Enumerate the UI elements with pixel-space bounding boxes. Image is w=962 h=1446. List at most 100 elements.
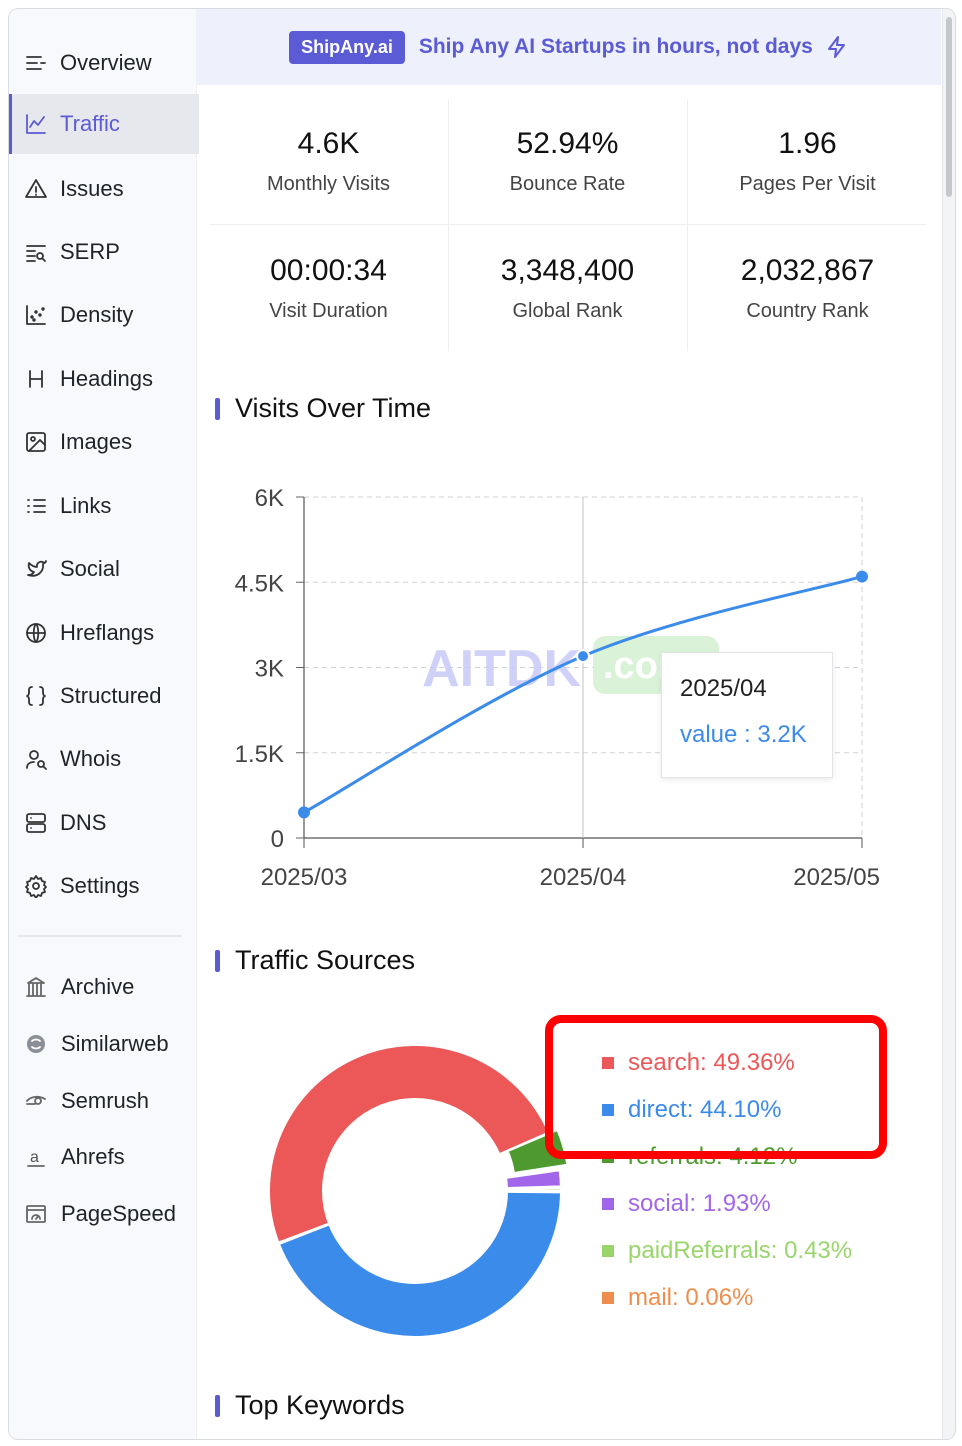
- sidebar-item-issues[interactable]: Issues: [9, 160, 196, 218]
- legend-label: social: 1.93%: [628, 1190, 771, 1217]
- sidebar-item-density[interactable]: Density: [9, 286, 196, 344]
- sidebar-item-dns[interactable]: DNS: [9, 794, 196, 852]
- y-tick-label: 3K: [255, 656, 284, 683]
- donut-slice-paidreferrals[interactable]: [505, 1186, 563, 1192]
- sidebar-item-serp[interactable]: SERP: [9, 223, 196, 281]
- stat-label: Global Rank: [512, 300, 623, 322]
- ahrefs-icon: a: [23, 1144, 49, 1170]
- scrollbar-thumb[interactable]: [946, 17, 952, 197]
- overview-icon: [23, 50, 49, 76]
- sidebar-item-label: Issues: [60, 176, 124, 201]
- archive-icon: [23, 974, 49, 1000]
- stat-value: 1.96: [778, 127, 837, 160]
- sidebar-item-label: Structured: [60, 683, 162, 708]
- stat-label: Visit Duration: [269, 300, 388, 322]
- stat-value: 4.6K: [297, 127, 360, 160]
- sidebar-item-label: Whois: [60, 746, 122, 771]
- sidebar-item-label: Overview: [60, 50, 152, 75]
- stats-grid: 4.6K Monthly Visits 52.94% Bounce Rate 1…: [209, 99, 927, 351]
- legend-swatch: [602, 1245, 614, 1257]
- sidebar-item-structured[interactable]: Structured: [9, 667, 196, 725]
- stat-label: Pages Per Visit: [739, 173, 876, 195]
- sources-section-title: Traffic Sources: [215, 945, 415, 976]
- sidebar: Overview Traffic Issues SERP Density Headings…: [9, 9, 199, 1439]
- data-point: [298, 806, 310, 819]
- app-window: Overview Traffic Issues SERP Density Headings…: [8, 8, 956, 1440]
- tooltip-value: value : 3.2K: [680, 721, 807, 748]
- stat-label: Country Rank: [746, 300, 869, 322]
- section-marker: [215, 1394, 220, 1417]
- data-point: [576, 649, 590, 664]
- x-tick-label: 2025/05: [793, 864, 880, 891]
- legend-label: paidReferrals: 0.43%: [628, 1237, 853, 1264]
- stat-country-rank: 2,032,867 Country Rank: [688, 226, 927, 352]
- sidebar-item-label: Headings: [60, 366, 153, 391]
- similarweb-icon: [23, 1031, 49, 1057]
- external-link-similarweb[interactable]: Similarweb: [9, 1020, 196, 1068]
- legend-label: mail: 0.06%: [628, 1284, 754, 1311]
- external-link-label: PageSpeed: [61, 1201, 176, 1226]
- section-title-text: Top Keywords: [235, 1390, 405, 1420]
- user-search-icon: [23, 746, 49, 772]
- lightning-icon: [825, 35, 849, 59]
- server-icon: [23, 810, 49, 836]
- external-link-archive[interactable]: Archive: [9, 963, 196, 1011]
- globe-icon: [23, 620, 49, 646]
- chart-tooltip: 2025/04 value : 3.2K: [661, 652, 833, 778]
- y-tick-label: 6K: [255, 485, 284, 512]
- sidebar-item-overview[interactable]: Overview: [9, 34, 196, 92]
- stat-value: 2,032,867: [740, 254, 875, 287]
- sidebar-item-hreflangs[interactable]: Hreflangs: [9, 604, 196, 662]
- external-link-pagespeed[interactable]: PageSpeed: [9, 1190, 196, 1238]
- external-link-label: Archive: [61, 974, 135, 999]
- promo-banner[interactable]: ShipAny.ai Ship Any AI Startups in hours…: [197, 9, 941, 85]
- twitter-icon: [23, 556, 49, 582]
- section-marker: [215, 949, 220, 972]
- semrush-icon: [23, 1088, 49, 1114]
- external-link-semrush[interactable]: Semrush: [9, 1077, 196, 1125]
- tooltip-title: 2025/04: [680, 675, 767, 702]
- visits-section-title: Visits Over Time: [215, 393, 431, 424]
- traffic-sources-donut[interactable]: [249, 1029, 569, 1349]
- external-link-label: Ahrefs: [61, 1144, 125, 1169]
- section-title-text: Traffic Sources: [235, 945, 416, 975]
- keywords-section-title: Top Keywords: [215, 1390, 405, 1421]
- stat-value: 00:00:34: [270, 254, 387, 287]
- density-icon: [23, 302, 49, 328]
- sidebar-item-social[interactable]: Social: [9, 540, 196, 598]
- y-tick-label: 1.5K: [235, 741, 284, 768]
- sidebar-item-links[interactable]: Links: [9, 477, 196, 535]
- stat-bounce-rate: 52.94% Bounce Rate: [448, 99, 687, 225]
- links-icon: [23, 493, 49, 519]
- external-link-ahrefs[interactable]: a Ahrefs: [9, 1133, 196, 1181]
- data-point: [856, 570, 868, 583]
- y-tick-label: 4.5K: [235, 570, 284, 597]
- sidebar-item-whois[interactable]: Whois: [9, 730, 196, 788]
- legend-item-social[interactable]: social: 1.93%: [602, 1190, 771, 1218]
- scrollbar[interactable]: [942, 9, 955, 1439]
- sidebar-item-images[interactable]: Images: [9, 413, 196, 471]
- legend-item-paidreferrals[interactable]: paidReferrals: 0.43%: [602, 1237, 852, 1265]
- stat-label: Monthly Visits: [266, 173, 390, 195]
- gear-icon: [23, 873, 49, 899]
- x-tick-label: 2025/04: [540, 864, 627, 891]
- stat-label: Bounce Rate: [509, 173, 626, 195]
- pagespeed-icon: [23, 1201, 49, 1227]
- sidebar-item-headings[interactable]: Headings: [9, 350, 196, 408]
- svg-text:a: a: [30, 1149, 39, 1166]
- sidebar-item-settings[interactable]: Settings: [9, 857, 196, 915]
- sidebar-item-label: Settings: [60, 873, 140, 898]
- sidebar-item-traffic[interactable]: Traffic: [9, 94, 199, 154]
- brand-badge[interactable]: ShipAny.ai: [289, 30, 405, 64]
- y-tick-label: 0: [271, 826, 284, 853]
- section-title-text: Visits Over Time: [235, 393, 432, 423]
- x-tick-label: 2025/03: [261, 864, 348, 891]
- stat-value: 3,348,400: [500, 254, 635, 287]
- warning-icon: [23, 176, 49, 202]
- legend-item-mail[interactable]: mail: 0.06%: [602, 1284, 753, 1312]
- sidebar-item-label: Density: [60, 302, 134, 327]
- sidebar-divider: [17, 935, 182, 937]
- stat-global-rank: 3,348,400 Global Rank: [448, 226, 687, 352]
- highlight-box: [545, 1015, 887, 1159]
- banner-text[interactable]: Ship Any AI Startups in hours, not days: [419, 35, 813, 59]
